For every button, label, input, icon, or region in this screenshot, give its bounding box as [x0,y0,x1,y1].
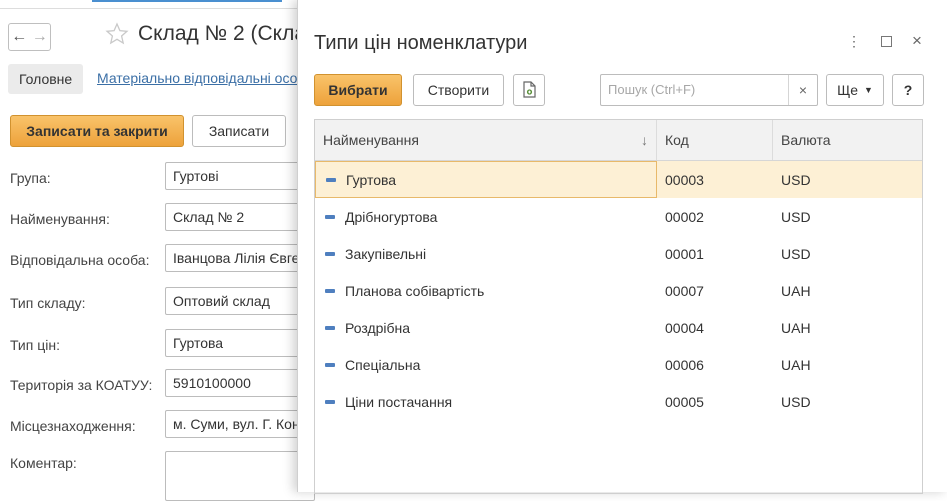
save-and-close-button[interactable]: Записати та закрити [10,115,184,147]
row-code: 00006 [665,356,704,373]
column-header-code[interactable]: Код [657,120,773,160]
list-item-icon [325,251,335,256]
column-name-label: Найменування [323,132,419,148]
close-icon[interactable]: × [907,31,927,51]
row-currency: USD [781,245,811,262]
list-item-icon [325,214,335,219]
create-button[interactable]: Створити [413,74,504,106]
dialog-title: Типи цін номенклатури [314,32,528,54]
row-code: 00001 [665,245,704,262]
row-name: Ціни постачання [345,393,453,410]
copy-document-icon [523,81,536,98]
table-row[interactable]: Роздрібна 00004 UAH [315,309,922,346]
warehouse-type-label: Тип складу: [10,295,86,311]
koatuu-field[interactable]: 5910100000 [165,369,315,397]
responsible-persons-link[interactable]: Матеріально відповідальні особи [97,70,313,86]
table-row[interactable]: Закупівельні 00001 USD [315,235,922,272]
clear-search-icon[interactable]: × [788,75,817,105]
row-code: 00002 [665,208,704,225]
row-name: Дрібногуртова [345,208,438,225]
column-header-name[interactable]: Найменування ↓ [315,120,657,160]
row-name-cell: Дрібногуртова [315,198,657,235]
price-type-field[interactable]: Гуртова [165,329,315,357]
history-nav: ← → [8,23,51,51]
row-name-cell: Спеціальна [315,346,657,383]
active-tab-indicator [92,0,282,2]
more-button[interactable]: Ще ▼ [826,74,884,106]
search-placeholder: Пошук (Ctrl+F) [608,82,696,97]
more-vertical-icon[interactable]: ⋮ [844,31,864,51]
comment-field[interactable] [165,451,315,501]
row-currency: USD [781,171,811,188]
form-nav: Головне Матеріально відповідальні особи [0,64,313,94]
row-name-cell: Закупівельні [315,235,657,272]
search-input[interactable]: Пошук (Ctrl+F) × [600,74,818,106]
row-name: Гуртова [346,171,397,188]
name-field[interactable]: Склад № 2 [165,203,315,231]
forward-arrow-icon[interactable]: → [32,28,48,46]
table-row[interactable]: Гуртова 00003 USD [315,161,922,198]
row-name: Планова собівартість [345,282,485,299]
warehouse-form: ← → Склад № 2 (Склад) Головне Матеріальн… [0,0,325,501]
row-currency: UAH [781,356,811,373]
row-name: Роздрібна [345,319,411,336]
chevron-down-icon: ▼ [864,85,873,95]
tab-strip [0,0,310,9]
koatuu-label: Територія за КОАТУУ: [10,377,153,393]
table-row[interactable]: Ціни постачання 00005 USD [315,383,922,420]
price-types-dialog: Типи цін номенклатури ⋮ × Вибрати Створи… [297,0,947,494]
list-item-icon [325,325,335,330]
row-name-cell: Гуртова [315,161,657,198]
list-item-icon [325,399,335,404]
row-name-cell: Роздрібна [315,309,657,346]
row-currency: USD [781,393,811,410]
table-row[interactable]: Спеціальна 00006 UAH [315,346,922,383]
row-name-cell: Планова собівартість [315,272,657,309]
list-item-icon [325,288,335,293]
row-currency: UAH [781,319,811,336]
sort-arrow-icon: ↓ [641,132,648,148]
location-field[interactable]: м. Суми, вул. Г. Кондратьєва [165,410,315,438]
row-currency: UAH [781,282,811,299]
responsible-person-field[interactable]: Іванцова Лілія Євгенівна [165,244,315,272]
column-header-currency[interactable]: Валюта [773,120,922,160]
favorite-star-icon[interactable] [105,22,129,46]
tab-main[interactable]: Головне [8,64,84,94]
row-code: 00003 [665,171,704,188]
list-item-icon [326,177,336,182]
list-item-icon [325,362,335,367]
row-code: 00004 [665,319,704,336]
row-code: 00005 [665,393,704,410]
back-arrow-icon[interactable]: ← [11,28,27,46]
responsible-person-label: Відповідальна особа: [10,252,150,268]
location-label: Місцезнаходження: [10,418,136,434]
table-row[interactable]: Дрібногуртова 00002 USD [315,198,922,235]
table-row[interactable]: Планова собівартість 00007 UAH [315,272,922,309]
more-button-label: Ще [837,82,858,98]
group-label: Група: [10,170,51,186]
save-button[interactable]: Записати [192,115,286,147]
row-currency: USD [781,208,811,225]
warehouse-type-field[interactable]: Оптовий склад [165,287,315,315]
row-name: Закупівельні [345,245,427,262]
price-types-table: Найменування ↓ Код Валюта Гуртова 00003 … [314,119,923,494]
row-name: Спеціальна [345,356,421,373]
price-type-label: Тип цін: [10,337,60,353]
name-label: Найменування: [10,211,110,227]
group-field[interactable]: Гуртові [165,162,315,190]
maximize-icon[interactable] [876,31,896,51]
copy-button[interactable] [513,74,545,106]
row-name-cell: Ціни постачання [315,383,657,420]
help-button[interactable]: ? [892,74,924,106]
row-code: 00007 [665,282,704,299]
table-header: Найменування ↓ Код Валюта [315,120,922,161]
comment-label: Коментар: [10,455,77,471]
select-button[interactable]: Вибрати [314,74,402,106]
